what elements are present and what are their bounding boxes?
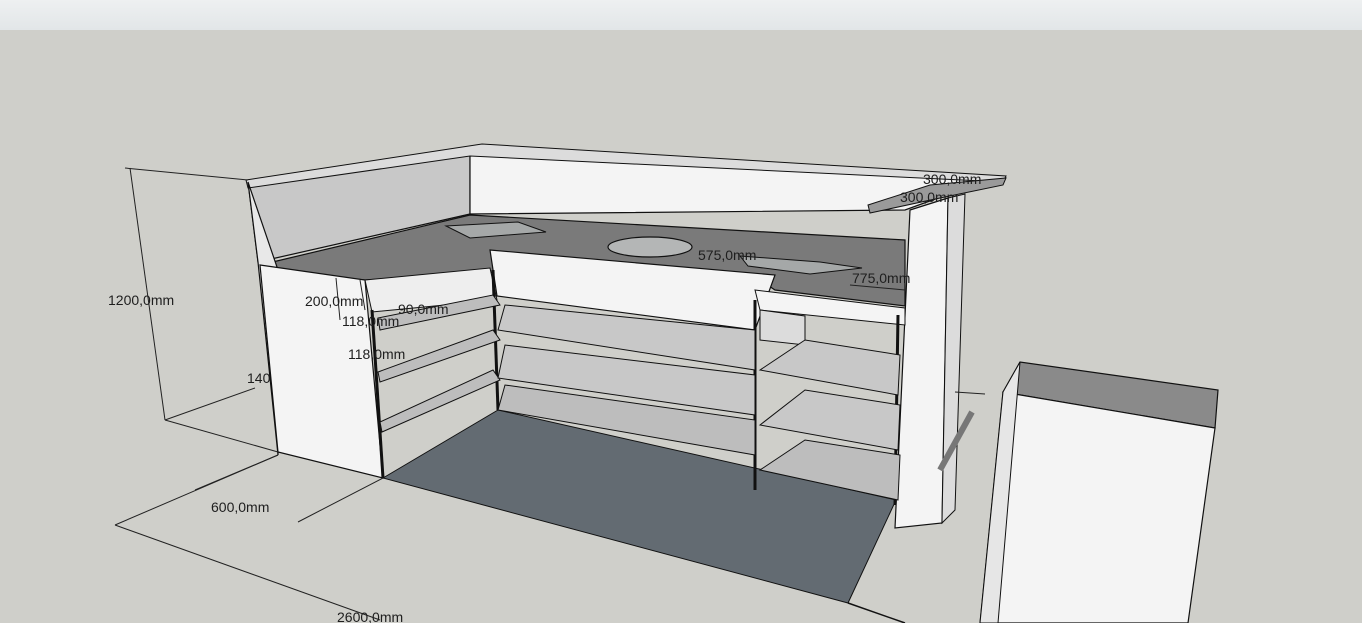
sink-round <box>607 236 693 258</box>
bar-counter-3d-model: 1200,0mm 600,0mm 2600,0mm 140 200,0mm 90… <box>108 143 1219 623</box>
dim-top-300-a: 300,0mm <box>923 171 981 187</box>
dim-shelf-118-a: 118,0mm <box>342 313 399 329</box>
right-shelf-1 <box>758 339 901 396</box>
dim-partial-140: 140 <box>247 370 271 386</box>
dim-length: 2600,0mm <box>337 609 403 623</box>
dim-width-575: 575,0mm <box>698 247 756 263</box>
floor-shadow <box>381 409 897 604</box>
dim-top-300-b: 300,0mm <box>900 189 958 205</box>
dim-shelf-118-b: 118,0mm <box>348 346 405 362</box>
side-cabinet-front <box>979 391 1216 623</box>
dim-height-total: 1200,0mm <box>108 292 174 308</box>
app-toolbar <box>0 0 1362 30</box>
right-back-panel <box>759 309 806 346</box>
floor-edge-line <box>847 602 906 623</box>
dim-shelf-90: 90,0mm <box>398 301 449 317</box>
dim-depth: 600,0mm <box>211 499 269 515</box>
right-shelf-2 <box>758 389 901 451</box>
dim-width-775: 775,0mm <box>852 270 910 286</box>
dim-shelf-200: 200,0mm <box>305 293 363 309</box>
model-viewport[interactable]: 1200,0mm 600,0mm 2600,0mm 140 200,0mm 90… <box>0 30 1362 623</box>
